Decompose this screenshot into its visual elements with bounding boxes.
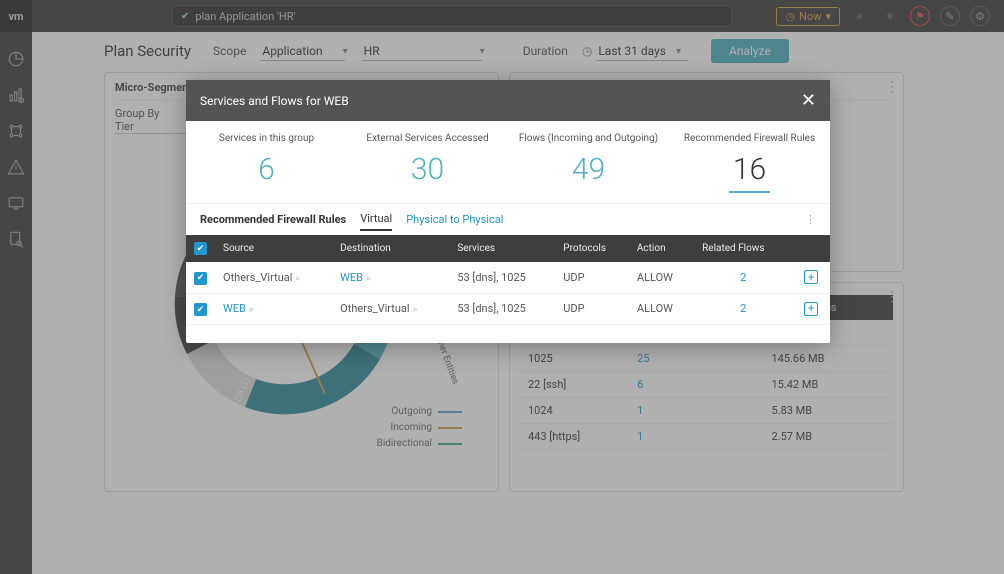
- source-cell: Others_Virtual⌕: [215, 262, 332, 293]
- metric[interactable]: Recommended Firewall Rules 16: [669, 133, 830, 193]
- modal-header: Services and Flows for WEB ✕: [186, 80, 830, 121]
- search-icon[interactable]: ⌕: [366, 274, 371, 284]
- flows-cell[interactable]: 2: [694, 262, 792, 293]
- close-icon[interactable]: ✕: [801, 90, 816, 111]
- proto-cell: UDP: [555, 293, 629, 325]
- col-header[interactable]: ✔: [186, 235, 215, 262]
- expand-icon[interactable]: +: [804, 270, 818, 284]
- metric[interactable]: External Services Accessed 30: [347, 133, 508, 193]
- col-header[interactable]: Related Flows: [694, 235, 792, 262]
- metric-label: Services in this group: [186, 133, 347, 144]
- col-header[interactable]: Services: [449, 235, 555, 262]
- metric-label: Recommended Firewall Rules: [669, 133, 830, 144]
- services-flows-modal: Services and Flows for WEB ✕ Services in…: [186, 80, 830, 343]
- metric-value: 16: [729, 152, 770, 193]
- source-cell[interactable]: WEB⌕: [215, 293, 332, 325]
- fw-rules-label: Recommended Firewall Rules: [200, 213, 346, 226]
- col-header[interactable]: Action: [629, 235, 694, 262]
- services-cell: 53 [dns], 1025: [449, 293, 555, 325]
- metric-value: 49: [508, 152, 669, 187]
- search-icon[interactable]: ⌕: [295, 274, 300, 284]
- dest-cell[interactable]: WEB⌕: [332, 262, 449, 293]
- checkbox-all[interactable]: ✔: [194, 242, 207, 255]
- tab-virtual[interactable]: Virtual: [360, 208, 392, 231]
- row-checkbox[interactable]: ✔: [194, 272, 207, 285]
- col-header[interactable]: Protocols: [555, 235, 629, 262]
- metric[interactable]: Flows (Incoming and Outgoing) 49: [508, 133, 669, 193]
- search-icon[interactable]: ⌕: [413, 305, 418, 315]
- row-checkbox[interactable]: ✔: [194, 303, 207, 316]
- services-cell: 53 [dns], 1025: [449, 262, 555, 293]
- firewall-table: ✔ SourceDestinationServicesProtocolsActio…: [186, 235, 830, 325]
- action-cell: ALLOW: [629, 293, 694, 325]
- col-header[interactable]: Source: [215, 235, 332, 262]
- table-row[interactable]: ✔ WEB⌕Others_Virtual⌕53 [dns], 1025UDPALL…: [186, 293, 830, 325]
- col-header[interactable]: Destination: [332, 235, 449, 262]
- metric-value: 6: [186, 152, 347, 187]
- tab-physical[interactable]: Physical to Physical: [406, 209, 503, 230]
- metric-value: 30: [347, 152, 508, 187]
- kebab-icon[interactable]: ⋮: [805, 213, 816, 226]
- metric-label: External Services Accessed: [347, 133, 508, 144]
- dest-cell: Others_Virtual⌕: [332, 293, 449, 325]
- search-icon[interactable]: ⌕: [249, 305, 254, 315]
- metric-label: Flows (Incoming and Outgoing): [508, 133, 669, 144]
- proto-cell: UDP: [555, 262, 629, 293]
- flows-cell[interactable]: 2: [694, 293, 792, 325]
- table-row[interactable]: ✔ Others_Virtual⌕WEB⌕53 [dns], 1025UDPALL…: [186, 262, 830, 293]
- col-header[interactable]: [792, 235, 830, 262]
- action-cell: ALLOW: [629, 262, 694, 293]
- metric[interactable]: Services in this group 6: [186, 133, 347, 193]
- expand-icon[interactable]: +: [804, 302, 818, 316]
- modal-title: Services and Flows for WEB: [200, 94, 349, 108]
